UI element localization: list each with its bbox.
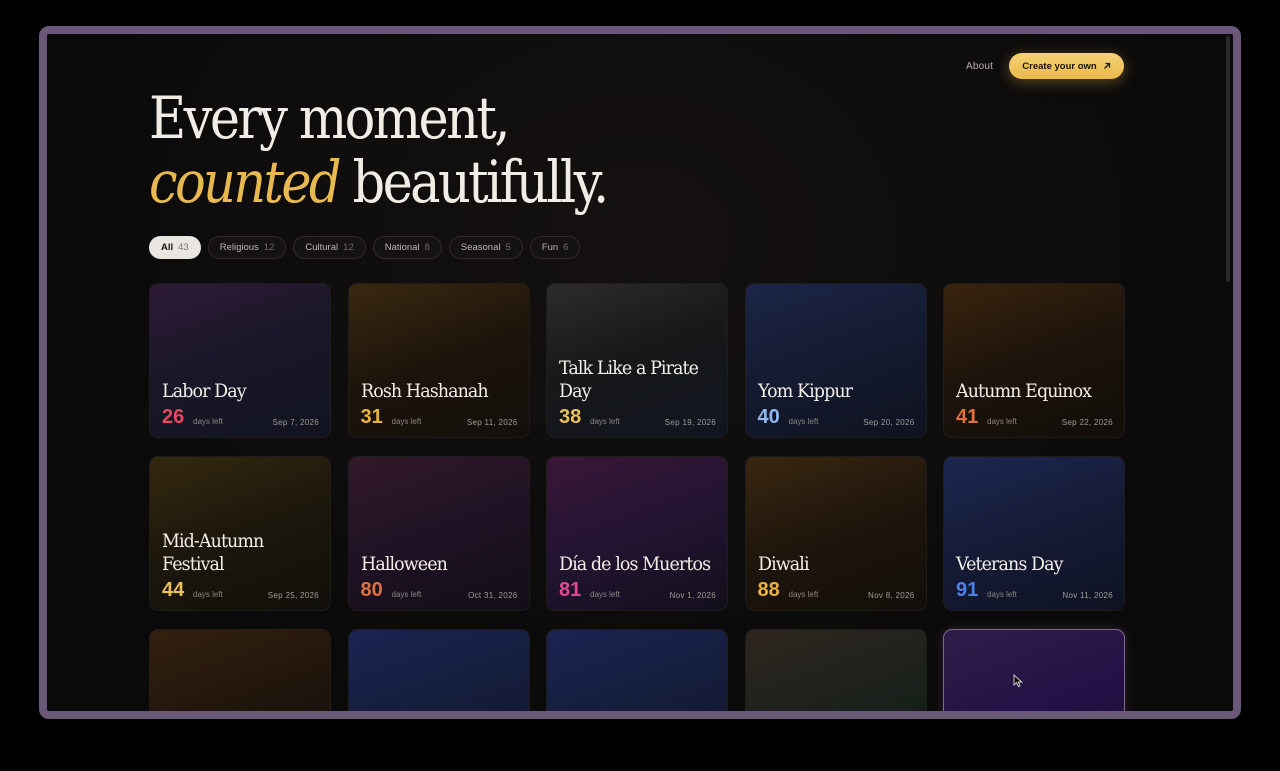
- countdown-card[interactable]: Día de los Muertos 81 days left Nov 1, 2026: [546, 456, 728, 611]
- filter-label: Fun: [541, 242, 559, 253]
- filter-cultural[interactable]: Cultural 12: [293, 236, 366, 259]
- filter-count: 6: [563, 242, 569, 253]
- hero-heading: Every moment, counted beautifully.: [149, 84, 610, 216]
- countdown-card[interactable]: Talk Like a Pirate Day 38 days left Sep 19,…: [546, 283, 728, 438]
- card-title: Diwali: [757, 553, 810, 575]
- hero-accent-word: counted: [149, 148, 342, 216]
- card-days-count: 80: [360, 579, 383, 601]
- card-title: Talk Like a Pirate Day: [559, 357, 699, 402]
- card-title: Yom Kippur: [757, 380, 853, 402]
- card-title: Rosh Hashanah: [360, 380, 489, 402]
- filter-label: Seasonal: [460, 242, 501, 253]
- card-title: Veterans Day: [956, 553, 1063, 575]
- filter-all[interactable]: All 43: [149, 236, 201, 259]
- scrollbar-thumb[interactable]: [1226, 36, 1230, 282]
- card-date: Nov 8, 2026: [868, 591, 915, 600]
- card-title: Mid-Autumn Festival: [162, 530, 264, 575]
- card-title: Halloween: [360, 553, 448, 575]
- card-days-count: 26: [162, 406, 185, 428]
- card-days-count: 38: [559, 406, 582, 428]
- card-date: Sep 22, 2026: [1061, 418, 1113, 427]
- filter-fun[interactable]: Fun 6: [529, 236, 581, 259]
- hero-line-2: beautifully.: [338, 148, 610, 216]
- countdown-card[interactable]: [943, 629, 1125, 711]
- card-days-label: days left: [788, 417, 819, 426]
- countdown-card[interactable]: Yom Kippur 40 days left Sep 20, 2026: [744, 283, 927, 438]
- card-date: Oct 31, 2026: [468, 591, 518, 600]
- category-filters: All 43 Religious 12 Cultural 12 National…: [149, 236, 581, 259]
- filter-label: Religious: [219, 242, 259, 253]
- card-days-label: days left: [391, 590, 422, 599]
- filter-count: 12: [263, 242, 275, 253]
- card-title: Autumn Equinox: [956, 380, 1092, 402]
- card-days-count: 44: [162, 579, 185, 601]
- card-days-count: 88: [757, 579, 780, 601]
- filter-count: 8: [424, 242, 430, 253]
- card-days-label: days left: [193, 590, 223, 599]
- card-date: Sep 19, 2026: [664, 418, 716, 427]
- arrow-up-right-icon: [1103, 62, 1110, 69]
- card-days-label: days left: [590, 590, 620, 599]
- card-days-label: days left: [788, 590, 819, 599]
- countdown-card[interactable]: [347, 629, 530, 711]
- card-title: Labor Day: [162, 380, 247, 402]
- countdown-card[interactable]: Rosh Hashanah 31 days left Sep 11, 2026: [347, 283, 530, 438]
- countdown-card[interactable]: Veterans Day 91 days left Nov 11, 2026: [943, 456, 1125, 611]
- card-date: Sep 11, 2026: [466, 418, 518, 427]
- card-days-count: 40: [757, 406, 780, 428]
- countdown-card[interactable]: Labor Day 26 days left Sep 7, 2026: [149, 283, 331, 438]
- page-viewport: About Create your own Every moment, coun…: [47, 34, 1233, 711]
- countdown-card-grid: Labor Day 26 days left Sep 7, 2026 Rosh Hash…: [149, 283, 1125, 711]
- filter-national[interactable]: National 8: [372, 236, 442, 259]
- card-days-label: days left: [987, 417, 1017, 426]
- card-days-label: days left: [987, 590, 1017, 599]
- browser-window: About Create your own Every moment, coun…: [39, 26, 1241, 719]
- card-days-count: 31: [360, 406, 383, 428]
- filter-label: National: [384, 242, 420, 253]
- card-date: Nov 1, 2026: [669, 591, 716, 600]
- card-days-count: 41: [956, 406, 979, 428]
- card-days-label: days left: [391, 417, 422, 426]
- filter-seasonal[interactable]: Seasonal 5: [448, 236, 523, 259]
- hero-line-1: Every moment,: [149, 84, 510, 152]
- filter-label: All: [161, 242, 174, 253]
- card-days-count: 81: [559, 579, 582, 601]
- mouse-cursor-icon: [1013, 674, 1023, 688]
- card-date: Sep 25, 2026: [267, 591, 319, 600]
- filter-label: Cultural: [305, 242, 339, 253]
- card-date: Nov 11, 2026: [1062, 591, 1113, 600]
- card-date: Sep 20, 2026: [863, 418, 915, 427]
- card-days-label: days left: [193, 417, 223, 426]
- countdown-card[interactable]: [149, 629, 331, 711]
- countdown-card[interactable]: [744, 629, 927, 711]
- filter-religious[interactable]: Religious 12: [207, 236, 287, 259]
- about-link[interactable]: About: [966, 61, 993, 72]
- countdown-card[interactable]: [546, 629, 728, 711]
- countdown-card[interactable]: Autumn Equinox 41 days left Sep 22, 2026: [943, 283, 1125, 438]
- countdown-card[interactable]: Diwali 88 days left Nov 8, 2026: [744, 456, 927, 611]
- filter-count: 12: [343, 242, 354, 253]
- create-your-own-label: Create your own: [1022, 60, 1097, 72]
- filter-count: 5: [505, 242, 511, 253]
- card-days-count: 91: [956, 579, 979, 601]
- countdown-card[interactable]: Mid-Autumn Festival 44 days left Sep 25, 20…: [149, 456, 331, 611]
- filter-count: 43: [178, 242, 189, 253]
- card-title: Día de los Muertos: [559, 553, 711, 575]
- card-date: Sep 7, 2026: [272, 418, 319, 427]
- create-your-own-button[interactable]: Create your own: [1009, 53, 1124, 79]
- card-days-label: days left: [590, 417, 620, 426]
- countdown-card[interactable]: Halloween 80 days left Oct 31, 2026: [347, 456, 530, 611]
